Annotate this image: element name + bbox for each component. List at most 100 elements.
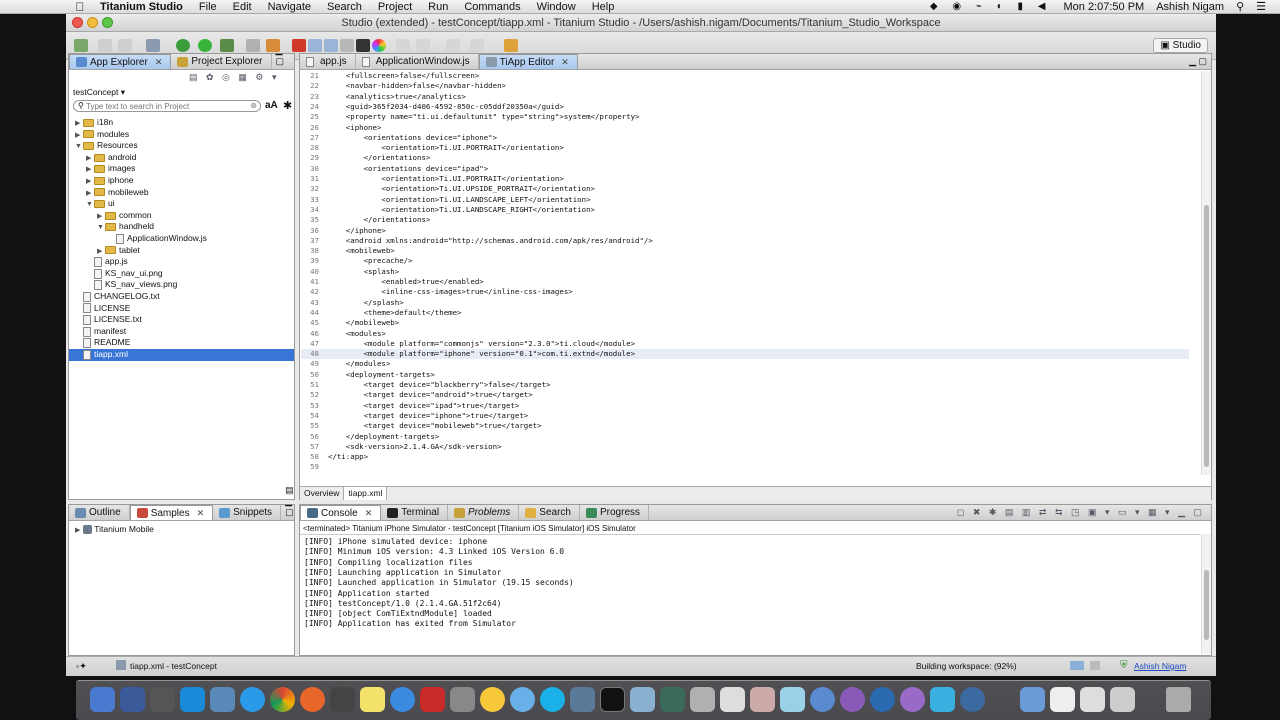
code-line[interactable]: 48 <module platform="iphone" version="0.…: [301, 349, 1189, 360]
tree-item[interactable]: ▶ android: [86, 152, 136, 164]
tree-item[interactable]: ▶ i18n: [75, 117, 113, 129]
minimize-icon[interactable]: ▁ ▢: [272, 45, 295, 69]
app-icon[interactable]: [930, 687, 955, 712]
camera-icon[interactable]: [330, 687, 355, 712]
menubar-user[interactable]: Ashish Nigam: [1156, 1, 1224, 13]
app-icon[interactable]: [870, 687, 895, 712]
code-line[interactable]: 54 <target device="iphone">true</target>: [301, 411, 1189, 421]
code-line[interactable]: 32 <orientation>Ti.UI.UPSIDE_PORTRAIT</o…: [301, 184, 1189, 194]
expand-icon[interactable]: ▶: [75, 525, 83, 537]
textedit-icon[interactable]: [720, 687, 745, 712]
console-scrollbar[interactable]: [1201, 534, 1211, 654]
close-icon[interactable]: ✕: [365, 508, 373, 519]
code-line[interactable]: 43 </splash>: [301, 298, 1189, 308]
search-field[interactable]: ⚲ ⊗: [73, 100, 261, 112]
code-line[interactable]: 23 <analytics>true</analytics>: [301, 92, 1189, 102]
tree-item[interactable]: KS_nav_ui.png: [86, 268, 163, 280]
code-line[interactable]: 49 </modules>: [301, 359, 1189, 369]
menubar-clock[interactable]: Mon 2:07:50 PM: [1063, 1, 1144, 13]
explorer-toolbar-icons[interactable]: ▤ ✿ ◎ ▦ ⚙ ▾: [189, 72, 294, 84]
warning-icon[interactable]: [292, 39, 306, 52]
minimize-window-button[interactable]: [87, 17, 98, 28]
tab-app-js[interactable]: app.js: [300, 54, 356, 69]
firefox-icon[interactable]: [300, 687, 325, 712]
xcode-icon[interactable]: [570, 687, 595, 712]
tree-item[interactable]: ▶ tablet: [97, 245, 140, 257]
expand-icon[interactable]: ▼: [97, 222, 105, 234]
mission-control-icon[interactable]: [150, 687, 175, 712]
code-line[interactable]: 29 </orientations>: [301, 153, 1189, 163]
app-icon[interactable]: [900, 687, 925, 712]
close-icon[interactable]: ✕: [155, 57, 163, 68]
chrome-icon[interactable]: [270, 687, 295, 712]
messages-icon[interactable]: [510, 687, 535, 712]
menu-project[interactable]: Project: [370, 1, 420, 13]
notification-icon[interactable]: ☰: [1256, 0, 1266, 13]
tree-item[interactable]: tiapp.xml: [69, 349, 294, 361]
downloads-folder-icon[interactable]: [1020, 687, 1045, 712]
tab-outline[interactable]: Outline: [69, 505, 130, 520]
tree-item[interactable]: LICENSE.txt: [75, 314, 142, 326]
code-line[interactable]: 22 <navbar-hidden>false</navbar-hidden>: [301, 81, 1189, 91]
status-user-link[interactable]: Ashish Nigam: [1134, 661, 1186, 671]
code-line[interactable]: 26 <iphone>: [301, 123, 1189, 133]
console-toolbar-icons[interactable]: ◻ ✖ ✱ ▤ ▥ ⇄ ⇆ ◳ ▣ ▾ ▭ ▾ ▦ ▾ ▁ ▢: [951, 507, 1211, 520]
perspective-switcher[interactable]: ▣ Studio: [1153, 38, 1208, 53]
tab-console[interactable]: Console ✕: [300, 505, 382, 520]
menu-run[interactable]: Run: [420, 1, 456, 13]
terminal-icon[interactable]: [356, 39, 370, 52]
status-icons[interactable]: ◆ ◉ ⌁ ◐ ▮ ◀: [930, 1, 1052, 12]
skype-icon[interactable]: [540, 687, 565, 712]
close-window-button[interactable]: [72, 17, 83, 28]
system-preferences-icon[interactable]: [450, 687, 475, 712]
zoom-window-button[interactable]: [102, 17, 113, 28]
tab-tiapp-editor[interactable]: TiApp Editor ✕: [478, 54, 578, 69]
twitter-icon[interactable]: [630, 687, 655, 712]
tab-app-explorer[interactable]: App Explorer ✕: [69, 54, 172, 69]
tree-item[interactable]: ▶ iphone: [86, 175, 134, 187]
tab-snippets[interactable]: Snippets: [213, 505, 282, 520]
quicktime-icon[interactable]: [960, 687, 985, 712]
tree-item[interactable]: ▼ handheld: [97, 221, 154, 233]
expand-icon[interactable]: ▼: [86, 199, 94, 211]
activity-icon[interactable]: [660, 687, 685, 712]
code-line[interactable]: 28 <orientation>Ti.UI.PORTRAIT</orientat…: [301, 143, 1189, 153]
console-output[interactable]: [INFO] iPhone simulated device: iphone [I…: [300, 534, 1200, 654]
close-icon[interactable]: ✕: [197, 508, 205, 519]
tree-item[interactable]: CHANGELOG.txt: [75, 291, 160, 303]
scrollbar-thumb[interactable]: [1204, 205, 1209, 467]
forward-icon[interactable]: [470, 39, 484, 52]
code-line[interactable]: 42 <inline-css-images>true</inline-css-i…: [301, 287, 1189, 297]
notes-icon[interactable]: [360, 687, 385, 712]
back-icon[interactable]: [446, 39, 460, 52]
tab-search[interactable]: Search: [519, 505, 580, 520]
external-tools-icon[interactable]: [220, 39, 234, 52]
tab-project-explorer[interactable]: Project Explorer: [171, 54, 272, 69]
adium-icon[interactable]: [480, 687, 505, 712]
status-progress[interactable]: Building workspace: (92%): [916, 661, 1017, 671]
tree-item[interactable]: LICENSE: [75, 303, 130, 315]
refresh-icon[interactable]: [246, 39, 260, 52]
document-icon[interactable]: [1080, 687, 1105, 712]
tree-item[interactable]: ApplicationWindow.js: [108, 233, 207, 245]
launchpad-icon[interactable]: [120, 687, 145, 712]
tab-terminal[interactable]: Terminal: [381, 505, 449, 520]
progress-icon[interactable]: [1070, 661, 1084, 670]
utility-icon[interactable]: [690, 687, 715, 712]
code-line[interactable]: 21 <fullscreen>false</fullscreen>: [301, 71, 1189, 81]
sample-item-titanium-mobile[interactable]: ▶ Titanium Mobile: [75, 524, 154, 536]
expand-icon[interactable]: ▼: [75, 141, 83, 153]
app-icon[interactable]: [810, 687, 835, 712]
code-line[interactable]: 53 <target device="ipad">true</target>: [301, 401, 1189, 411]
menu-navigate[interactable]: Navigate: [260, 1, 319, 13]
app-icon[interactable]: [750, 687, 775, 712]
close-icon[interactable]: ✕: [561, 57, 569, 68]
code-line[interactable]: 41 <enabled>true</enabled>: [301, 277, 1189, 287]
menu-window[interactable]: Window: [529, 1, 584, 13]
code-line[interactable]: 55 <target device="mobileweb">true</targ…: [301, 421, 1189, 431]
code-line[interactable]: 38 <mobileweb>: [301, 246, 1189, 256]
print-icon[interactable]: [146, 39, 160, 52]
arrow-nav-icon[interactable]: [504, 39, 518, 52]
code-line[interactable]: 45 </mobileweb>: [301, 318, 1189, 328]
finder-icon[interactable]: [90, 687, 115, 712]
